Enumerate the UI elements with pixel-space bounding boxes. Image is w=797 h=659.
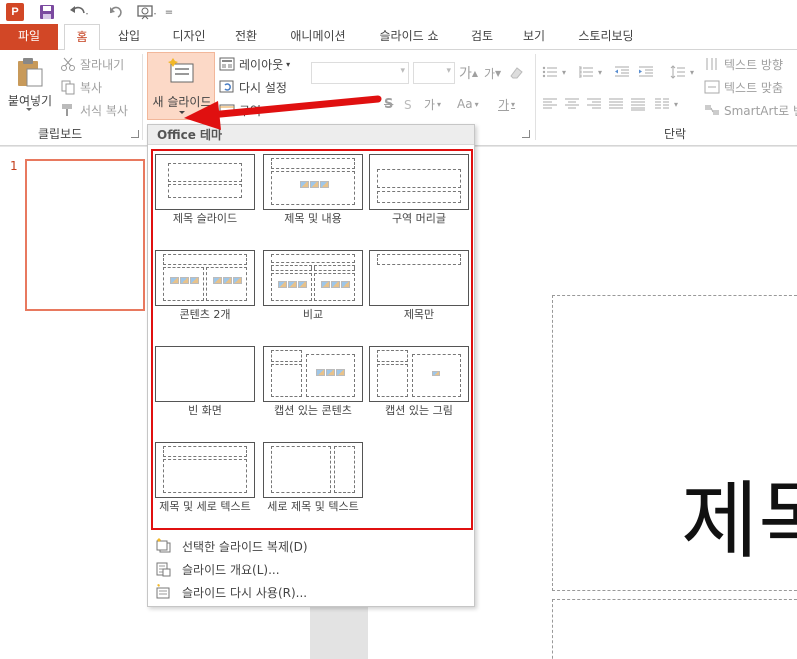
annotation-arrow [184, 95, 382, 130]
